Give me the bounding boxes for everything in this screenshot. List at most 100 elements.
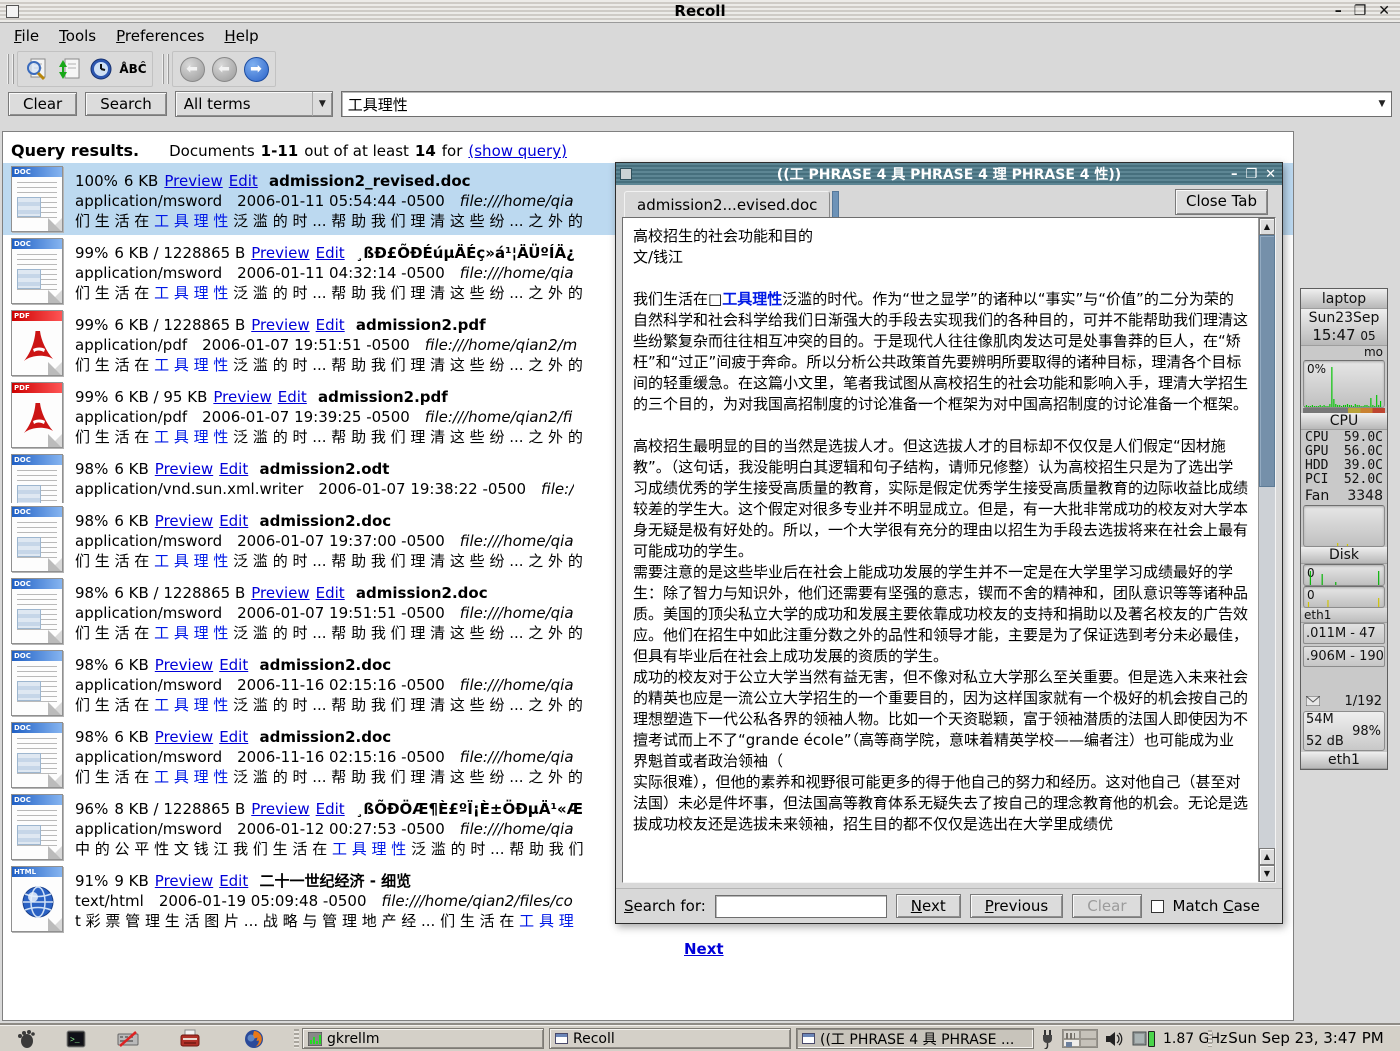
preview-close-button[interactable]: ✕ xyxy=(1265,167,1276,182)
previous-page-button[interactable]: ⬅ xyxy=(208,53,240,85)
result-line-1: 96%8 KB / 1228865 BPreviewEdit ¸ßÕÐÖÆ¶È£… xyxy=(75,799,589,819)
menu-tools[interactable]: Tools xyxy=(49,24,106,48)
workspace-4[interactable] xyxy=(1080,1039,1097,1048)
menu-preferences[interactable]: Preferences xyxy=(106,24,214,48)
edit-link[interactable]: Edit xyxy=(316,584,345,602)
edit-link[interactable]: Edit xyxy=(219,512,248,530)
scrollbar-thumb[interactable] xyxy=(1259,235,1275,487)
match-case-checkbox[interactable] xyxy=(1151,900,1164,913)
typewriter-icon[interactable] xyxy=(178,1027,201,1050)
edit-link[interactable]: Edit xyxy=(219,460,248,478)
first-page-button[interactable]: ⬅ xyxy=(176,53,208,85)
html-band: HTML xyxy=(12,867,62,877)
minimize-button[interactable]: – xyxy=(1335,1,1342,21)
taskbar-handle[interactable] xyxy=(294,1029,299,1048)
result-snippet: 们 生 活 在 工 具 理 性 泛 滥 的 时 ... 帮 助 我 们 理 清 … xyxy=(75,623,583,643)
task-button-2[interactable]: Recoll xyxy=(549,1028,791,1049)
preview-link[interactable]: Preview xyxy=(155,872,213,890)
close-tab-button[interactable]: Close Tab xyxy=(1175,189,1268,215)
sort-parameters-icon[interactable] xyxy=(53,53,85,85)
result-size: 9 KB xyxy=(114,872,148,890)
find-clear-button[interactable]: Clear xyxy=(1072,894,1141,918)
result-mime: application/msword xyxy=(75,748,237,766)
edit-link[interactable]: Edit xyxy=(278,388,307,406)
scroll-up-icon[interactable]: ▲ xyxy=(1259,218,1275,235)
preview-scrollbar[interactable]: ▲ ▲ ▼ xyxy=(1258,218,1275,882)
preview-link[interactable]: Preview xyxy=(164,172,222,190)
preview-link[interactable]: Preview xyxy=(251,244,309,262)
result-snippet: 们 生 活 在 工 具 理 性 泛 滥 的 时 ... 帮 助 我 们 理 清 … xyxy=(75,211,583,231)
term-explorer-icon[interactable]: ÅBĈ xyxy=(117,53,149,85)
preview-link[interactable]: Preview xyxy=(155,728,213,746)
task-button-3[interactable]: ((工 PHRASE 4 具 PHRASE ... xyxy=(796,1028,1034,1049)
firefox-icon[interactable] xyxy=(242,1027,265,1050)
preview-minimize-button[interactable]: – xyxy=(1231,167,1238,182)
preview-link[interactable]: Preview xyxy=(251,316,309,334)
chevron-down-icon[interactable]: ▼ xyxy=(312,92,332,116)
search-mode-select[interactable]: All terms ▼ xyxy=(175,91,333,117)
preview-link[interactable]: Preview xyxy=(213,388,271,406)
keyboard-off-icon[interactable] xyxy=(116,1027,139,1050)
fan-chart xyxy=(1303,505,1385,547)
search-button[interactable]: Search xyxy=(85,92,167,116)
result-url: file:///home/qia xyxy=(460,748,574,766)
next-page-button[interactable]: ➡ xyxy=(240,53,272,85)
volume-icon[interactable] xyxy=(1105,1031,1125,1047)
edit-link[interactable]: Edit xyxy=(229,172,258,190)
find-input[interactable] xyxy=(715,895,887,918)
preview-window-menu-icon[interactable] xyxy=(620,168,632,180)
edit-link[interactable]: Edit xyxy=(219,656,248,674)
menu-file[interactable]: File xyxy=(4,24,49,48)
preview-titlebar[interactable]: ((工 PHRASE 4 具 PHRASE 4 理 PHRASE 4 性)) –… xyxy=(616,163,1282,185)
workspace-switcher[interactable] xyxy=(1062,1029,1098,1048)
query-input[interactable]: 工具理性 ▼ xyxy=(341,91,1392,117)
edit-link[interactable]: Edit xyxy=(316,244,345,262)
scroll-down-icon[interactable]: ▼ xyxy=(1259,865,1275,882)
preview-maximize-button[interactable]: ❐ xyxy=(1245,167,1257,182)
workspace-2[interactable] xyxy=(1080,1030,1097,1039)
snippet-highlight: 工 具 理 性 xyxy=(154,212,228,230)
power-plug-icon[interactable] xyxy=(1040,1029,1055,1049)
edit-link[interactable]: Edit xyxy=(219,728,248,746)
scroll-up2-icon[interactable]: ▲ xyxy=(1259,848,1275,865)
task-button-1[interactable]: gkrellm xyxy=(302,1028,544,1049)
cpu-frequency-icon[interactable] xyxy=(1132,1030,1156,1048)
result-meta: application/msword 2006-11-16 02:15:16 -… xyxy=(75,675,583,695)
gnome-foot-icon[interactable] xyxy=(14,1027,37,1050)
main-titlebar[interactable]: Recoll – ❐ ✕ xyxy=(0,0,1400,23)
show-query-link[interactable]: (show query) xyxy=(468,142,567,160)
edit-link[interactable]: Edit xyxy=(316,316,345,334)
result-mime: application/msword xyxy=(75,676,237,694)
advanced-search-icon[interactable] xyxy=(21,53,53,85)
terminal-icon[interactable]: >_ xyxy=(64,1027,87,1050)
find-previous-button[interactable]: Previous xyxy=(970,894,1063,918)
close-button[interactable]: ✕ xyxy=(1378,1,1390,21)
history-clock-icon[interactable] xyxy=(85,53,117,85)
toolbar-handle[interactable] xyxy=(7,54,14,84)
preview-link[interactable]: Preview xyxy=(155,656,213,674)
edit-link[interactable]: Edit xyxy=(316,800,345,818)
edit-link[interactable]: Edit xyxy=(219,872,248,890)
preview-tab[interactable]: admission2...evised.doc xyxy=(624,191,830,217)
gkrellm-monitor[interactable]: laptop Sun23Sep 15:47 05 mo 0% CPU CPU59… xyxy=(1300,288,1388,770)
clear-button[interactable]: Clear xyxy=(8,92,77,116)
preview-link[interactable]: Preview xyxy=(155,512,213,530)
gkrellm-clock: Sun23Sep 15:47 05 xyxy=(1301,309,1387,346)
html-file-icon: HTML xyxy=(11,866,63,932)
workspace-3[interactable] xyxy=(1063,1039,1080,1048)
preview-link[interactable]: Preview xyxy=(251,584,309,602)
query-history-arrow-icon[interactable]: ▼ xyxy=(1373,92,1391,116)
preview-link[interactable]: Preview xyxy=(155,460,213,478)
toolbar-handle-2[interactable] xyxy=(162,54,169,84)
next-page-link[interactable]: Next xyxy=(684,940,724,958)
find-next-button[interactable]: Next xyxy=(896,894,961,918)
maximize-button[interactable]: ❐ xyxy=(1354,1,1367,21)
result-date: 2006-01-07 19:51:51 -0500 xyxy=(202,336,425,354)
workspace-1[interactable] xyxy=(1063,1030,1080,1039)
menu-help[interactable]: Help xyxy=(214,24,268,48)
preview-link[interactable]: Preview xyxy=(251,800,309,818)
result-meta: text/html 2006-01-19 05:09:48 -0500 file… xyxy=(75,891,574,911)
net-interface-label: eth1 xyxy=(1301,608,1387,623)
window-menu-icon[interactable] xyxy=(6,5,19,18)
result-text: 98%6 KBPreviewEdit admission2.docapplica… xyxy=(75,719,583,787)
